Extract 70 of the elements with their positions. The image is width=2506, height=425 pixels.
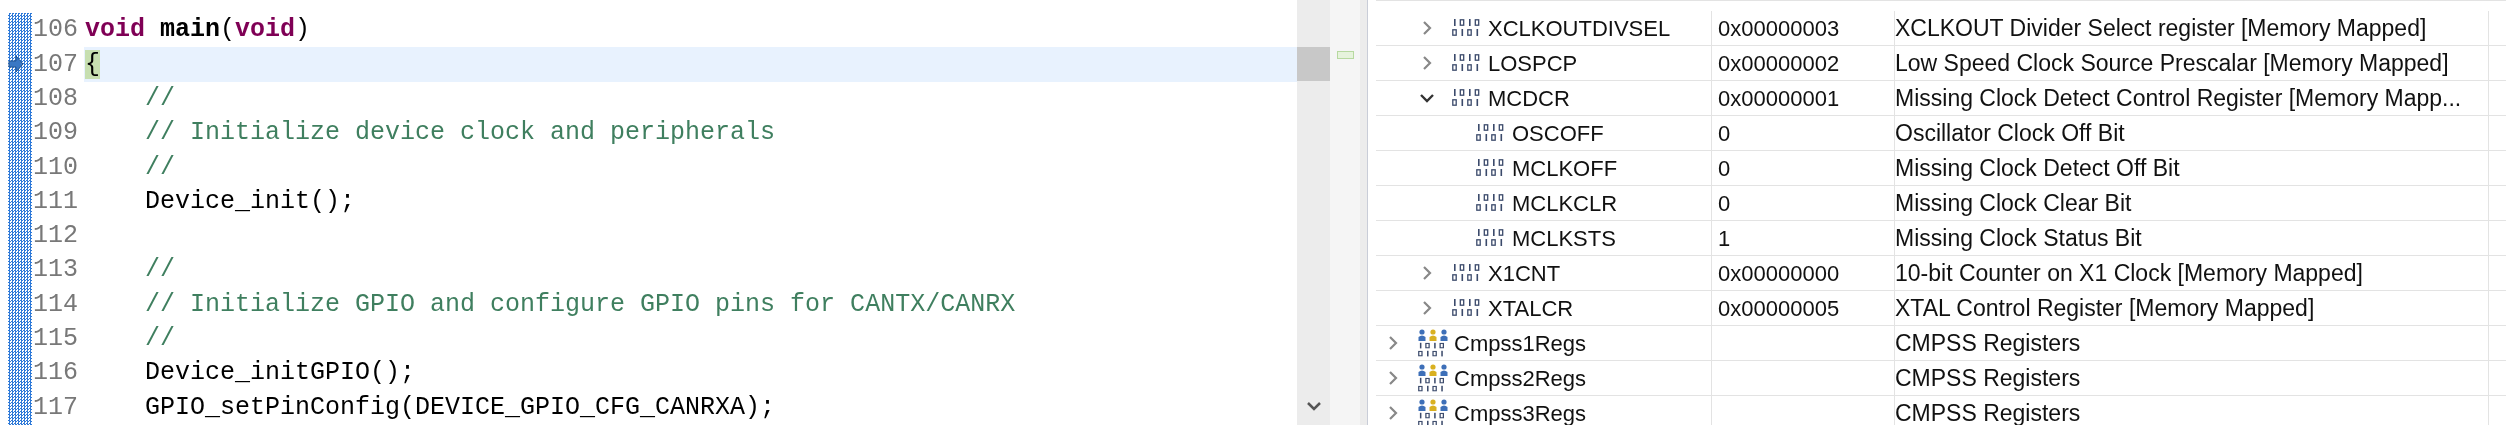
binary-bits-icon (1452, 263, 1482, 283)
register-description: CMPSS Registers (1895, 328, 2081, 358)
binary-bits-icon (1476, 158, 1506, 178)
line-number: 114 (33, 288, 78, 321)
register-value: 0x00000002 (1718, 49, 1840, 78)
line-number: 115 (33, 323, 78, 356)
code-line: // Initialize device clock and peripherals (144, 117, 776, 150)
register-description: CMPSS Registers (1895, 398, 2081, 425)
binary-bits-icon (1476, 228, 1506, 248)
register-value: 0x00000000 (1718, 259, 1840, 288)
register-name: Cmpss3Regs (1454, 399, 1587, 425)
binary-bits-icon (1452, 18, 1482, 38)
register-value: 0x00000001 (1718, 84, 1840, 113)
register-name: XCLKOUTDIVSEL (1488, 14, 1671, 43)
register-name: Cmpss1Regs (1454, 329, 1587, 358)
register-value: 0 (1718, 154, 1731, 183)
register-value: 0x00000005 (1718, 294, 1840, 323)
register-name: X1CNT (1488, 259, 1561, 288)
register-value: 0x00000003 (1718, 14, 1840, 43)
register-description: 10-bit Counter on X1 Clock [Memory Mapped] (1895, 258, 2363, 288)
line-number: 113 (33, 254, 78, 287)
line-number: 112 (33, 220, 78, 253)
binary-bits-icon (1476, 123, 1506, 143)
code-line: GPIO_setPinConfig(DEVICE_GPIO_CFG_CANRXA); (144, 391, 776, 424)
register-description: XTAL Control Register [Memory Mapped] (1895, 293, 2315, 323)
line-number: 108 (33, 83, 78, 115)
scroll-down-icon[interactable] (1306, 402, 1321, 411)
scrollbar-thumb[interactable] (1297, 47, 1330, 81)
code-line: Device_init(); (144, 185, 356, 218)
register-description: Missing Clock Status Bit (1895, 223, 2142, 253)
register-name: OSCOFF (1512, 119, 1604, 148)
binary-bits-icon (1452, 88, 1482, 108)
register-name: MCLKOFF (1512, 154, 1618, 183)
binary-bits-icon (1452, 298, 1482, 318)
code-line: // Initialize GPIO and configure GPIO pins for CANTX/CANRX (144, 288, 1016, 321)
line-number: 109 (33, 117, 78, 150)
register-name: MCLKSTS (1512, 224, 1616, 253)
register-description: Missing Clock Detect Control Register [Memory Mapp... (1895, 83, 2462, 113)
register-description: Oscillator Clock Off Bit (1895, 118, 2125, 148)
line-number: 117 (33, 391, 78, 424)
code-line: Device_initGPIO(); (144, 357, 416, 390)
register-description: CMPSS Registers (1895, 363, 2081, 393)
register-group-icon (1418, 328, 1448, 358)
code-line: // (144, 83, 175, 115)
register-name: MCDCR (1488, 84, 1570, 113)
register-name: LOSPCP (1488, 49, 1578, 78)
register-value: 0 (1718, 119, 1731, 148)
register-value: 0 (1718, 189, 1731, 218)
binary-bits-icon (1476, 193, 1506, 213)
binary-bits-icon (1452, 53, 1482, 73)
register-group-icon (1418, 398, 1448, 425)
register-description: Missing Clock Detect Off Bit (1895, 153, 2180, 183)
register-description: Low Speed Clock Source Prescalar [Memory Mapped] (1895, 48, 2449, 78)
register-group-icon (1418, 363, 1448, 393)
register-description: XCLKOUT Divider Select register [Memory Mapped] (1895, 13, 2427, 43)
register-name: XTALCR (1488, 294, 1574, 323)
register-name: Cmpss2Regs (1454, 364, 1587, 393)
register-value: 1 (1718, 224, 1731, 253)
code-line: // (144, 151, 175, 184)
code-line: // (144, 254, 175, 287)
line-number: 106 (33, 14, 78, 47)
code-line: // (144, 323, 175, 356)
register-name: MCLKCLR (1512, 189, 1618, 218)
register-description: Missing Clock Clear Bit (1895, 188, 2132, 218)
line-number: 111 (33, 185, 78, 218)
overview-marker (1336, 51, 1354, 59)
line-number: 116 (33, 357, 78, 390)
code-line: void main(void) (85, 14, 311, 47)
line-number: 110 (33, 151, 78, 184)
line-number: 107 (33, 48, 78, 81)
